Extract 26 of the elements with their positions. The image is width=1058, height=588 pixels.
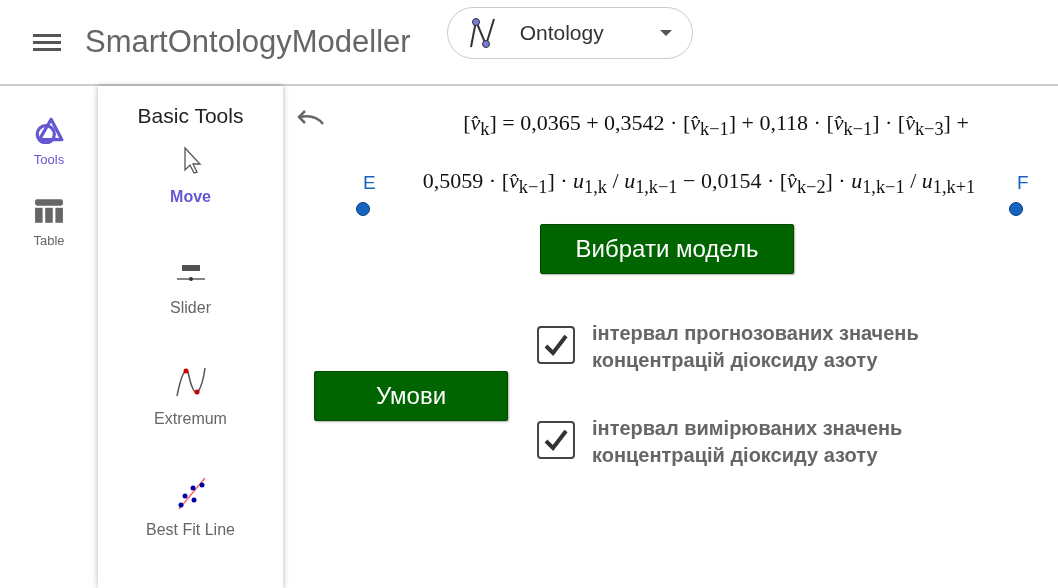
point-label: F bbox=[1017, 172, 1029, 194]
point-marker[interactable] bbox=[356, 202, 370, 216]
rail-tab[interactable]: Tools bbox=[33, 116, 65, 167]
select-model-button[interactable]: Вибрати модель bbox=[540, 224, 794, 274]
curve-icon bbox=[467, 17, 498, 49]
tool-button[interactable]: Extremum bbox=[154, 364, 227, 475]
conditions-button[interactable]: Умови bbox=[314, 371, 508, 421]
app-title: SmartOntologyModeller bbox=[85, 24, 411, 60]
shapes-icon bbox=[34, 116, 64, 144]
app-selector[interactable]: Ontology bbox=[446, 7, 693, 59]
formula-text: 0,5059 · [v̂$_{k−1}$] · u$_{1,k}$ / u$_{1,k−1}$ − 0,0154 · [v̂$_{k−2}$] · u$_{1,k−1}$ / u$_{1,k+1}$ bbox=[421, 168, 977, 199]
tool-button[interactable]: Move bbox=[170, 142, 211, 253]
menu-icon[interactable] bbox=[33, 32, 61, 52]
caret-icon bbox=[659, 30, 672, 36]
formula-text: [v̂$_{k}$] = 0,0365 + 0,3542 · [v̂$_{k−1}$] + 0,118 · [v̂$_{k−1}$] · [v̂$_{k−3}$] + bbox=[462, 110, 970, 141]
tool-button[interactable]: Slider bbox=[170, 253, 211, 364]
checkbox-label: інтервал вимірюваних значень концентрацій діоксиду азоту bbox=[592, 416, 904, 468]
checkbox[interactable] bbox=[537, 326, 575, 364]
tool-button[interactable]: Best Fit Line bbox=[146, 475, 235, 586]
checkbox[interactable] bbox=[537, 421, 575, 459]
checkbox-label: інтервал прогнозованих значень концентрацій діоксиду азоту bbox=[592, 321, 920, 373]
point-label: E bbox=[363, 172, 376, 194]
table-icon bbox=[34, 197, 64, 225]
point-marker[interactable] bbox=[1009, 202, 1023, 216]
rail-tab[interactable]: Table bbox=[33, 197, 65, 248]
panel-title: Basic Tools bbox=[137, 104, 244, 128]
